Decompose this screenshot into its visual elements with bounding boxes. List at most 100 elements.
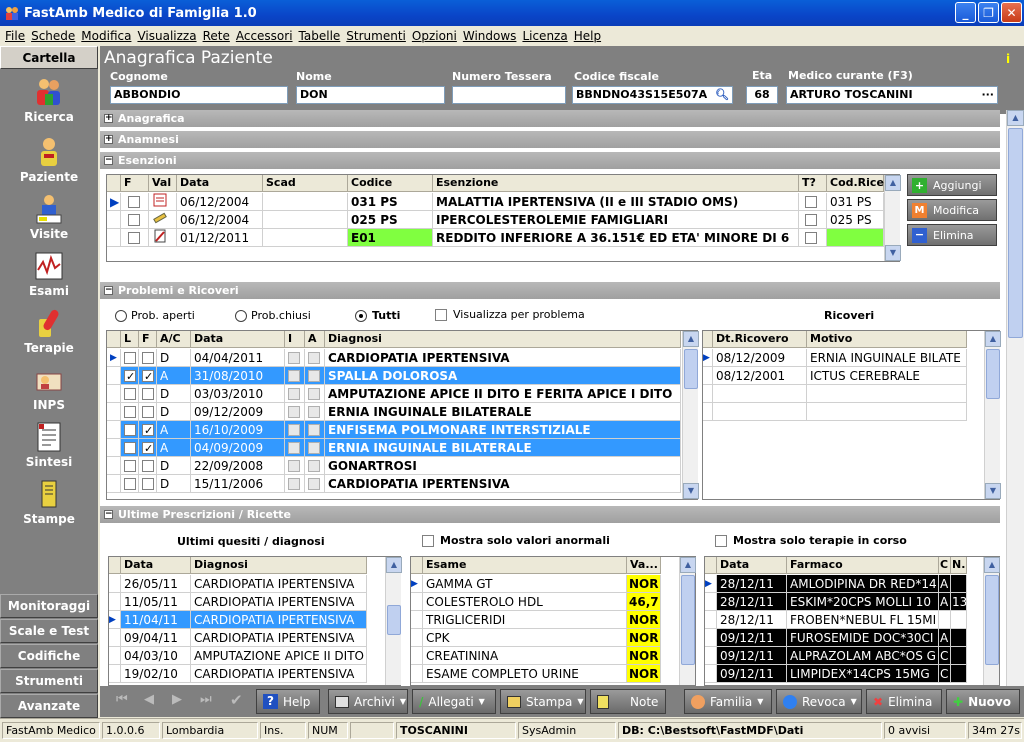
expand-icon[interactable]: + — [104, 135, 113, 144]
table-row[interactable]: ▶ GAMMA GT NOR — [411, 575, 679, 593]
checkbox[interactable] — [288, 460, 300, 472]
note-button[interactable]: Note — [590, 689, 666, 714]
cf-field[interactable]: BBNDNO43S15E507A 🔍︎ — [572, 86, 733, 104]
menu-file[interactable]: File — [4, 29, 30, 43]
checkbox[interactable] — [124, 442, 136, 454]
checkbox[interactable] — [124, 460, 136, 472]
section-anagrafica[interactable]: + Anagrafica — [100, 110, 1000, 127]
radio-tutti[interactable] — [355, 310, 367, 322]
menu-rete[interactable]: Rete — [202, 29, 235, 43]
scroll-up-arrow[interactable]: ▲ — [985, 331, 1001, 347]
checkbox[interactable] — [288, 352, 300, 364]
ricoveri-scrollbar[interactable]: ▲ ▼ — [984, 331, 1001, 499]
section-esenzioni[interactable]: − Esenzioni — [100, 152, 1000, 169]
collapse-icon[interactable]: − — [104, 286, 113, 295]
checkbox[interactable] — [142, 406, 154, 418]
checkbox[interactable] — [308, 352, 320, 364]
checkbox[interactable] — [128, 232, 140, 244]
checkbox[interactable] — [128, 196, 140, 208]
nuovo-button[interactable]: ✚ Nuovo — [946, 689, 1020, 714]
familia-button[interactable]: Familia ▼ — [684, 689, 772, 714]
checkbox[interactable] — [288, 370, 300, 382]
table-row[interactable]: 26/05/11 CARDIOPATIA IPERTENSIVA — [109, 575, 385, 593]
col-header-f[interactable]: F — [139, 331, 157, 348]
table-row[interactable]: 06/12/2004 025 PS IPERCOLESTEROLEMIE FAM… — [107, 211, 884, 229]
scroll-up-arrow[interactable]: ▲ — [1007, 110, 1024, 126]
visualizza-per-problema-checkbox[interactable] — [435, 309, 447, 321]
sidebar-strumenti[interactable]: Strumenti — [0, 669, 98, 693]
checkbox[interactable] — [308, 424, 320, 436]
col-header-motivo[interactable]: Motivo — [807, 331, 967, 348]
checkbox[interactable] — [308, 388, 320, 400]
menu-modifica[interactable]: Modifica — [80, 29, 136, 43]
scroll-down-arrow[interactable]: ▼ — [985, 483, 1001, 499]
scroll-thumb[interactable] — [985, 575, 999, 665]
col-header-codrice[interactable]: Cod.Rice — [827, 175, 884, 192]
quesiti-scrollbar[interactable]: ▲ — [385, 557, 402, 685]
sidebar-avanzate[interactable]: Avanzate — [0, 694, 98, 718]
elimina-esenzione-button[interactable]: − Elimina — [907, 224, 997, 246]
col-header-dt-ricovero[interactable]: Dt.Ricovero — [713, 331, 807, 348]
table-row[interactable]: 09/12/11 LIMPIDEX*14CPS 15MG C — [705, 665, 983, 683]
checkbox[interactable] — [308, 406, 320, 418]
table-row[interactable]: COLESTEROLO HDL 46,7 — [411, 593, 679, 611]
checkbox[interactable] — [805, 232, 817, 244]
table-row[interactable]: 08/12/2001 ICTUS CEREBRALE — [703, 367, 967, 385]
col-header-data[interactable]: Data — [177, 175, 263, 192]
info-icon[interactable]: i — [1006, 52, 1014, 66]
checkbox[interactable] — [805, 214, 817, 226]
scroll-thumb[interactable] — [684, 349, 698, 389]
cognome-field[interactable]: ABBONDIO — [110, 86, 288, 104]
section-anamnesi[interactable]: + Anamnesi — [100, 131, 1000, 148]
table-row[interactable]: ✓ A 04/09/2009 ERNIA INGUINALE BILATERALE — [107, 439, 681, 457]
table-row[interactable]: ▶ 06/12/2004 031 PS MALATTIA IPERTENSIVA… — [107, 193, 884, 211]
sidebar-item-inps[interactable]: INPS — [0, 364, 98, 412]
archivi-button[interactable]: Archivi ▼ — [328, 689, 408, 714]
sidebar-codifiche[interactable]: Codifiche — [0, 644, 98, 668]
table-row[interactable]: ▶ 11/04/11 CARDIOPATIA IPERTENSIVA — [109, 611, 385, 629]
scroll-up-arrow[interactable]: ▲ — [386, 557, 402, 573]
checkbox[interactable]: ✓ — [142, 442, 154, 455]
scroll-thumb[interactable] — [1008, 128, 1023, 338]
medico-field[interactable]: ARTURO TOSCANINI ··· — [786, 86, 998, 104]
sidebar-scale-test[interactable]: Scale e Test — [0, 619, 98, 643]
nav-next-icon[interactable]: ▶ — [172, 692, 182, 707]
sidebar-item-paziente[interactable]: Paziente — [0, 136, 98, 184]
radio-prob-chiusi[interactable] — [235, 310, 247, 322]
section-prescrizioni[interactable]: − Ultime Prescrizioni / Ricette — [100, 506, 1000, 523]
col-header-a[interactable]: A — [305, 331, 325, 348]
table-row[interactable]: CPK NOR — [411, 629, 679, 647]
menu-visualizza[interactable]: Visualizza — [136, 29, 201, 43]
table-row[interactable]: D 22/09/2008 GONARTROSI — [107, 457, 681, 475]
anormali-checkbox[interactable] — [422, 535, 434, 547]
col-header-f[interactable]: F — [121, 175, 149, 192]
col-header-esame[interactable]: Esame — [423, 557, 627, 574]
restore-button[interactable]: ❐ — [978, 2, 999, 23]
scroll-down-arrow[interactable]: ▼ — [683, 483, 699, 499]
col-header-val[interactable]: Val — [149, 175, 177, 192]
table-row[interactable]: D 09/12/2009 ERNIA INGUINALE BILATERALE — [107, 403, 681, 421]
sidebar-head[interactable]: Cartella — [0, 46, 98, 69]
scroll-thumb[interactable] — [681, 575, 695, 665]
table-row[interactable]: 04/03/10 AMPUTAZIONE APICE II DITO — [109, 647, 385, 665]
table-row[interactable]: 09/12/11 ALPRAZOLAM ABC*OS GC — [705, 647, 983, 665]
table-row[interactable]: 11/05/11 CARDIOPATIA IPERTENSIVA — [109, 593, 385, 611]
terapie-checkbox[interactable] — [715, 535, 727, 547]
col-header-data[interactable]: Data — [191, 331, 285, 348]
col-header-t[interactable]: T? — [799, 175, 827, 192]
table-row[interactable]: ✓ A 16/10/2009 ENFISEMA POLMONARE INTERSTIZ… — [107, 421, 681, 439]
expand-icon[interactable]: + — [104, 114, 113, 123]
col-header-valore[interactable]: Va... — [627, 557, 661, 574]
col-header-data[interactable]: Data — [717, 557, 787, 574]
menu-windows[interactable]: Windows — [462, 29, 522, 43]
checkbox[interactable] — [805, 196, 817, 208]
checkbox[interactable] — [288, 388, 300, 400]
menu-opzioni[interactable]: Opzioni — [411, 29, 462, 43]
scroll-thumb[interactable] — [986, 349, 1000, 399]
collapse-icon[interactable]: − — [104, 156, 113, 165]
nome-field[interactable]: DON — [296, 86, 445, 104]
table-row[interactable]: ✓ ✓ A 31/08/2010 SPALLA DOLOROSA — [107, 367, 681, 385]
revoca-button[interactable]: Revoca ▼ — [776, 689, 862, 714]
ellipsis-button[interactable]: ··· — [981, 87, 994, 103]
checkbox[interactable] — [124, 424, 136, 436]
